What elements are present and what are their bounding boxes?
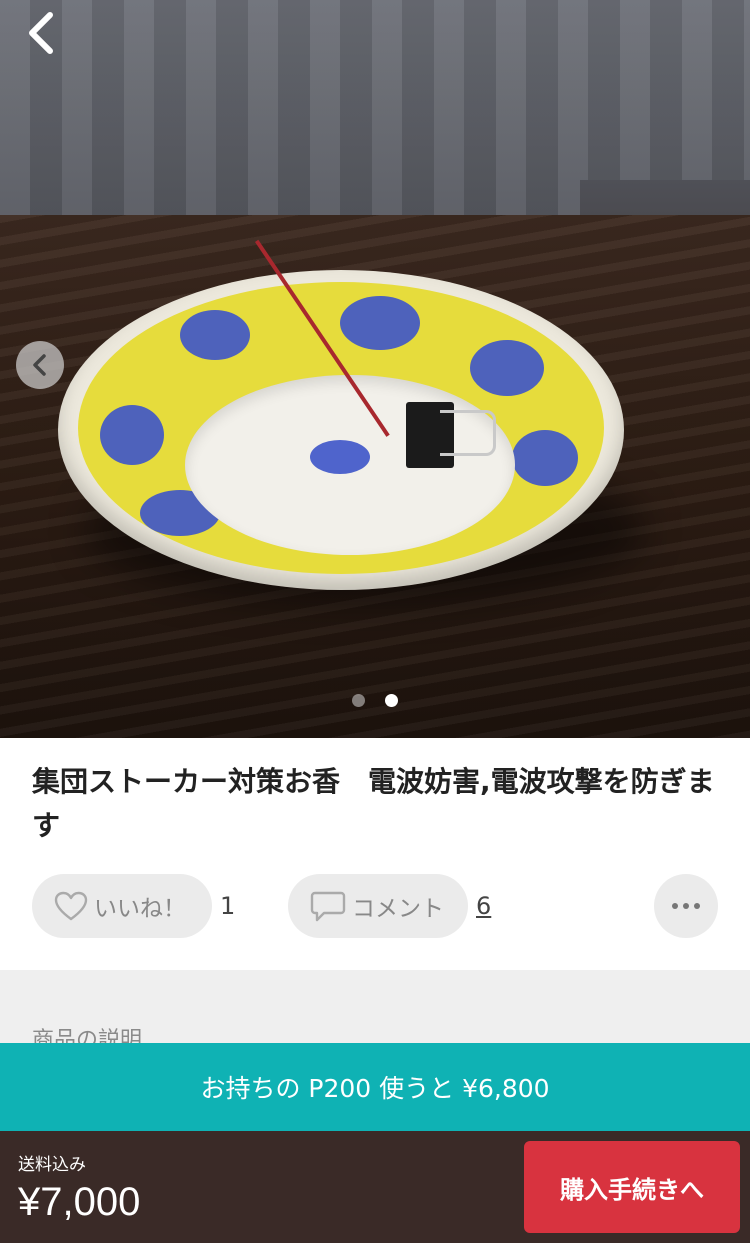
points-text: お持ちの P200 使うと ¥6,800	[200, 1074, 550, 1103]
product-image[interactable]	[0, 0, 750, 738]
more-icon	[672, 903, 700, 909]
shipping-label: 送料込み	[18, 1155, 86, 1175]
plate-flower	[470, 340, 544, 396]
plate-center-flower	[310, 440, 370, 474]
comment-label: コメント	[352, 896, 444, 922]
image-pager	[352, 694, 398, 707]
back-icon	[29, 12, 53, 54]
previous-image-button[interactable]	[16, 341, 64, 389]
binder-clip-wire	[440, 410, 496, 456]
price: ¥7,000	[18, 1180, 141, 1224]
comment-button[interactable]: コメント	[288, 874, 468, 938]
pager-dot-active[interactable]	[385, 694, 398, 707]
like-label: いいね！	[94, 896, 186, 922]
action-row: いいね！ 1 コメント 6	[0, 874, 750, 940]
plate-flower	[340, 296, 420, 350]
comment-bubble-icon	[310, 891, 346, 922]
points-banner[interactable]: お持ちの P200 使うと ¥6,800	[0, 1043, 750, 1131]
back-button[interactable]	[18, 10, 64, 56]
comment-count[interactable]: 6	[476, 892, 491, 920]
more-options-button[interactable]	[654, 874, 718, 938]
chevron-left-icon	[33, 354, 46, 376]
like-button[interactable]: いいね！	[32, 874, 212, 938]
pager-dot[interactable]	[352, 694, 365, 707]
purchase-button-label: 購入手続きへ	[560, 1175, 704, 1204]
plate-flower	[512, 430, 578, 486]
plate-flower	[100, 405, 164, 465]
heart-icon	[54, 891, 88, 921]
product-title: 集団ストーカー対策お香 電波妨害,電波攻撃を防ぎます	[32, 765, 715, 842]
plate-flower	[180, 310, 250, 360]
like-count: 1	[220, 892, 236, 920]
purchase-button[interactable]: 購入手続きへ	[524, 1141, 740, 1233]
